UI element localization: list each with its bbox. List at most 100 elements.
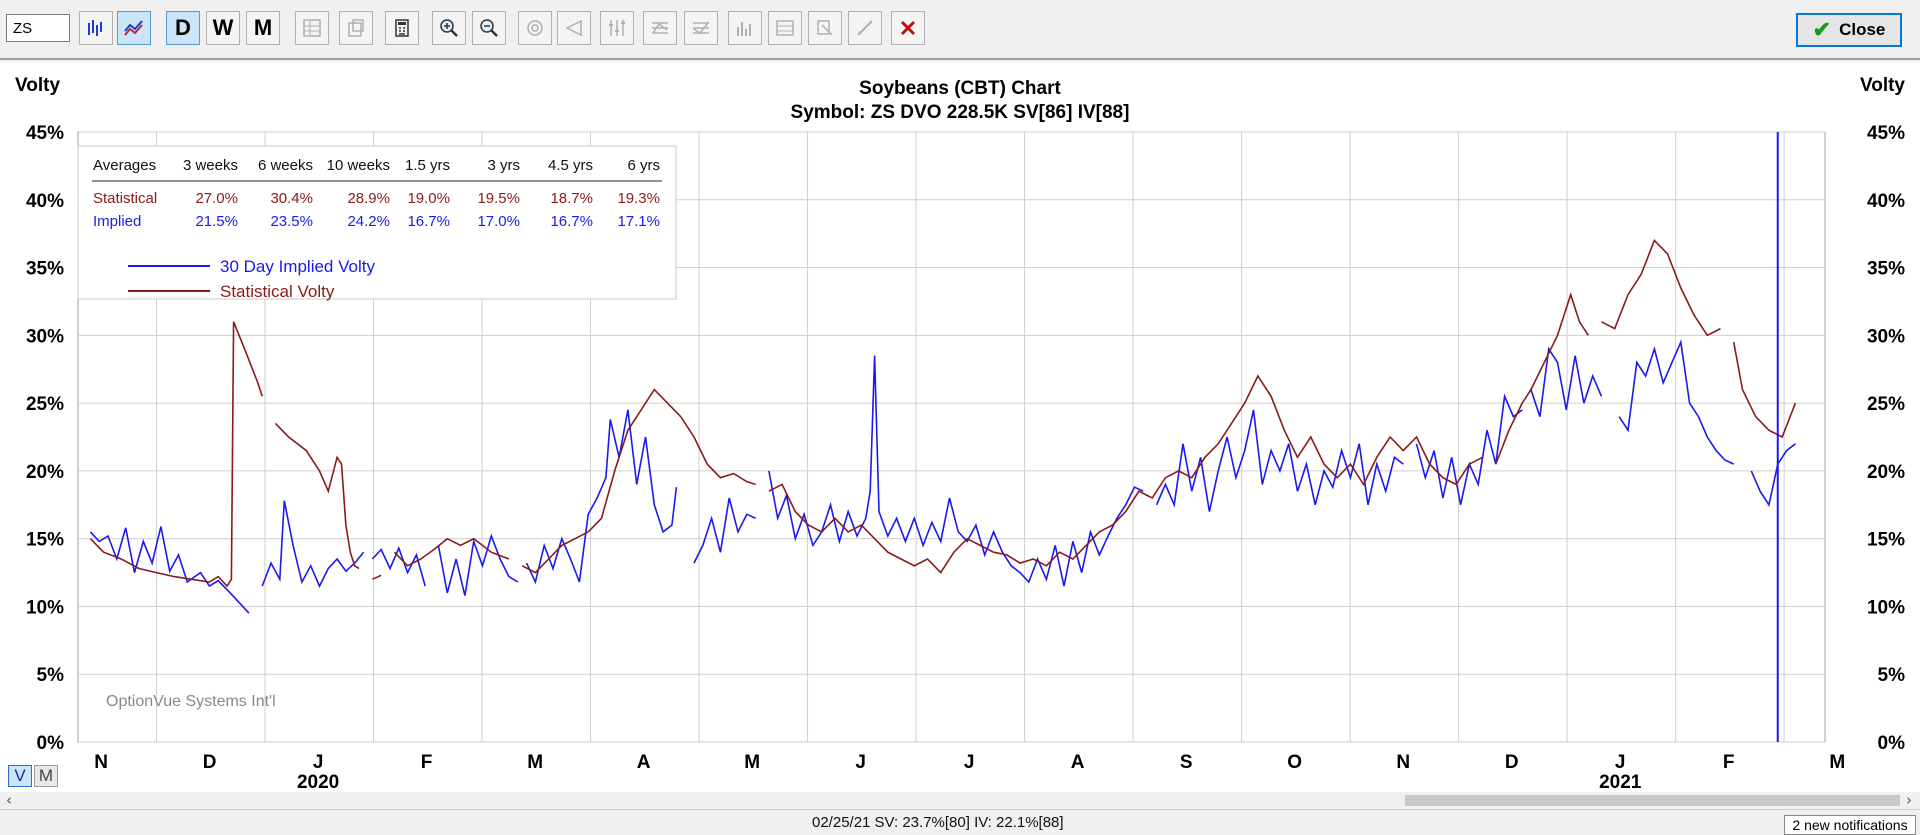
x-ticks: N D J F M A M J J A S O N D J F M 2020 2021 [94,752,1845,792]
y-tick-right: 5% [1878,665,1906,686]
x-tick-year: 2020 [297,772,339,792]
averages-value-cell: 19.3% [617,190,660,207]
close-button-label: Close [1839,20,1886,39]
grid-icon[interactable] [295,11,329,45]
histogram-icon[interactable] [728,11,762,45]
x-tick-month: J [1615,752,1626,773]
y-axis-right-label: Volty [1860,75,1905,96]
draw-line-icon[interactable] [848,11,882,45]
period-monthly-button[interactable]: M [246,11,280,45]
x-tick-month: J [313,752,324,773]
y-tick-right: 30% [1867,326,1905,347]
averages-value-cell: 27.0% [195,190,238,207]
period-daily-button[interactable]: D [166,11,200,45]
chart-title: Soybeans (CBT) Chart [859,78,1061,99]
bar-chart-icon[interactable] [79,11,113,45]
y-tick-left: 15% [26,530,64,551]
x-tick-month: A [637,752,651,773]
table-icon[interactable] [768,11,802,45]
y-tick-right: 10% [1867,597,1905,618]
sliders-icon[interactable] [600,11,634,45]
x-tick-year: 2021 [1599,772,1642,792]
copy-icon[interactable] [339,11,373,45]
averages-value-cell: 16.7% [407,213,450,230]
y-tick-right: 20% [1867,462,1905,483]
x-tick-month: D [1505,752,1519,773]
x-tick-month: A [1071,752,1085,773]
averages-value-cell: 21.5% [195,213,238,230]
status-text: 02/25/21 SV: 23.7%[80] IV: 22.1%[88] [812,814,1064,831]
y-tick-left: 20% [26,462,64,483]
y-tick-left: 35% [26,259,64,280]
view-market-button[interactable]: M [34,765,58,787]
symbol-input[interactable] [6,14,70,42]
study-icon[interactable] [643,11,677,45]
averages-row-label: Statistical [93,190,157,207]
averages-header-cell: 4.5 yrs [548,157,593,174]
averages-header-cell: 3 weeks [183,157,238,174]
averages-value-cell: 28.9% [347,190,390,207]
zoom-in-icon[interactable] [432,11,466,45]
legend-label-implied: 30 Day Implied Volty [220,257,375,276]
send-icon[interactable] [557,11,591,45]
y-tick-left: 5% [37,665,65,686]
averages-header-cell: 6 weeks [258,157,313,174]
y-tick-left: 25% [26,394,64,415]
scroll-thumb[interactable] [1405,795,1900,806]
legend-label-statistical: Statistical Volty [220,282,335,301]
averages-value-cell: 30.4% [270,190,313,207]
x-tick-month: F [421,752,433,773]
y-axis-left-label: Volty [15,75,60,96]
x-tick-month: O [1287,752,1302,773]
y-tick-left: 45% [26,123,64,144]
close-button[interactable]: ✔ Close [1796,13,1902,47]
x-tick-month: N [94,752,108,773]
x-tick-month: D [203,752,217,773]
y-tick-left: 10% [26,597,64,618]
x-tick-month: J [964,752,975,773]
averages-value-cell: 23.5% [270,213,313,230]
x-tick-month: S [1180,752,1193,773]
y-tick-right: 25% [1867,394,1905,415]
x-tick-month: J [855,752,866,773]
averages-header-cell: 3 yrs [487,157,520,174]
target-icon[interactable] [518,11,552,45]
averages-row-label: Implied [93,213,141,230]
x-tick-month: M [744,752,760,773]
x-tick-month: N [1396,752,1410,773]
averages-value-cell: 16.7% [550,213,593,230]
calculator-icon[interactable] [385,11,419,45]
y-tick-left: 30% [26,326,64,347]
overlay-icon[interactable] [684,11,718,45]
y-tick-left: 0% [37,733,65,754]
zoom-out-icon[interactable] [472,11,506,45]
scroll-left-icon[interactable]: ‹ [6,792,12,809]
averages-header-cell: 1.5 yrs [405,157,450,174]
status-bar: 02/25/21 SV: 23.7%[80] IV: 22.1%[88] 2 n… [0,809,1920,835]
toolbar: D W M ✔ Close [0,0,1920,60]
averages-table: Averages 3 weeks 6 weeks 10 weeks 1.5 yrs 3 y… [77,145,677,300]
delete-icon[interactable] [891,11,925,45]
x-tick-month: M [1829,752,1845,773]
averages-value-cell: 24.2% [347,213,390,230]
notifications-badge[interactable]: 2 new notifications [1784,815,1916,835]
volatility-chart[interactable]: Soybeans (CBT) Chart Symbol: ZS DVO 228.… [0,62,1920,792]
y-tick-right: 15% [1867,530,1905,551]
averages-header-cell: Averages [93,157,156,174]
y-tick-right: 40% [1867,191,1905,212]
watermark: OptionVue Systems Int'l [106,693,276,710]
period-weekly-button[interactable]: W [206,11,240,45]
averages-value-cell: 18.7% [550,190,593,207]
y-tick-left: 40% [26,191,64,212]
chart-canvas[interactable]: Soybeans (CBT) Chart Symbol: ZS DVO 228.… [0,62,1920,792]
scroll-right-icon[interactable]: › [1906,792,1912,809]
y-tick-right: 0% [1878,733,1906,754]
line-chart-icon[interactable] [117,11,151,45]
view-volatility-button[interactable]: V [8,765,32,787]
y-tick-right: 35% [1867,259,1905,280]
checkmark-icon: ✔ [1812,17,1832,42]
averages-value-cell: 19.0% [407,190,450,207]
x-tick-month: F [1723,752,1735,773]
notes-icon[interactable] [808,11,842,45]
horizontal-scrollbar[interactable]: ‹ › [0,792,1920,809]
